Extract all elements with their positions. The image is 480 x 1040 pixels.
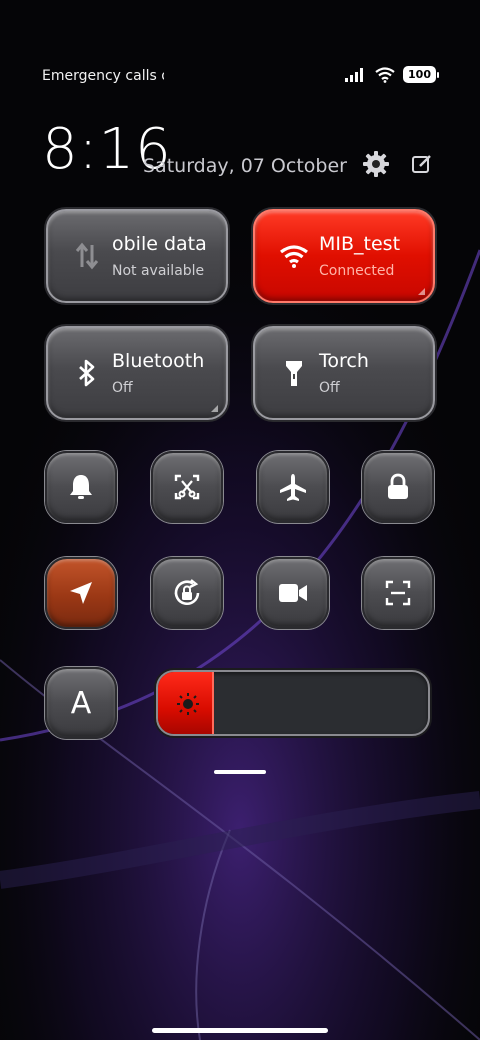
date: Saturday, 07 October [143,155,347,177]
torch-title: Torch [319,350,369,372]
settings-button[interactable] [360,148,392,180]
expand-corner-icon [418,288,425,295]
mobile-data-title: obile data [112,233,207,255]
wifi-icon [277,239,311,273]
signal-icon [345,67,364,82]
location-icon [70,582,92,604]
mobile-data-icon [70,239,104,273]
bell-icon [70,475,92,499]
location-toggle[interactable] [45,557,117,629]
torch-icon [277,356,311,390]
home-indicator[interactable] [152,1028,328,1033]
bluetooth-status: Off [112,380,133,396]
font-button-label: A [70,685,92,721]
edit-icon [412,155,431,173]
brightness-icon [177,693,199,715]
auto-rotate-icon [174,579,200,606]
wifi-status: Connected [319,263,395,279]
airplane-icon [280,474,306,501]
screenshot-icon [174,474,200,500]
bluetooth-tile[interactable]: Bluetooth Off [46,326,228,420]
scan-icon [385,580,411,606]
edit-button[interactable] [406,148,438,180]
auto-rotate-toggle[interactable] [151,557,223,629]
font-size-button[interactable]: A [45,667,117,739]
mobile-data-status: Not available [112,263,205,279]
expand-corner-icon [211,405,218,412]
bluetooth-title: Bluetooth [112,350,205,372]
status-carrier-text: Emergency calls o [42,68,164,84]
screen-recorder-toggle[interactable] [257,557,329,629]
screenshot-toggle[interactable] [151,451,223,523]
scanner-toggle[interactable] [362,557,434,629]
mobile-data-tile[interactable]: obile data Not available [46,209,228,303]
wifi-network-name: MIB_test [319,233,401,255]
lock-screen-toggle[interactable] [362,451,434,523]
wifi-tile[interactable]: MIB_test Connected [253,209,435,303]
airplane-mode-toggle[interactable] [257,451,329,523]
lock-icon [388,473,408,499]
panel-handle[interactable] [214,770,266,774]
bluetooth-icon [70,356,104,390]
torch-status: Off [319,380,340,396]
status-icons: 100 [345,66,439,83]
torch-tile[interactable]: Torch Off [253,326,435,420]
wifi-status-icon [375,66,395,83]
brightness-slider[interactable] [156,670,430,736]
sound-toggle[interactable] [45,451,117,523]
gear-icon [363,151,389,177]
video-icon [279,584,307,602]
battery-indicator: 100 [403,66,439,83]
